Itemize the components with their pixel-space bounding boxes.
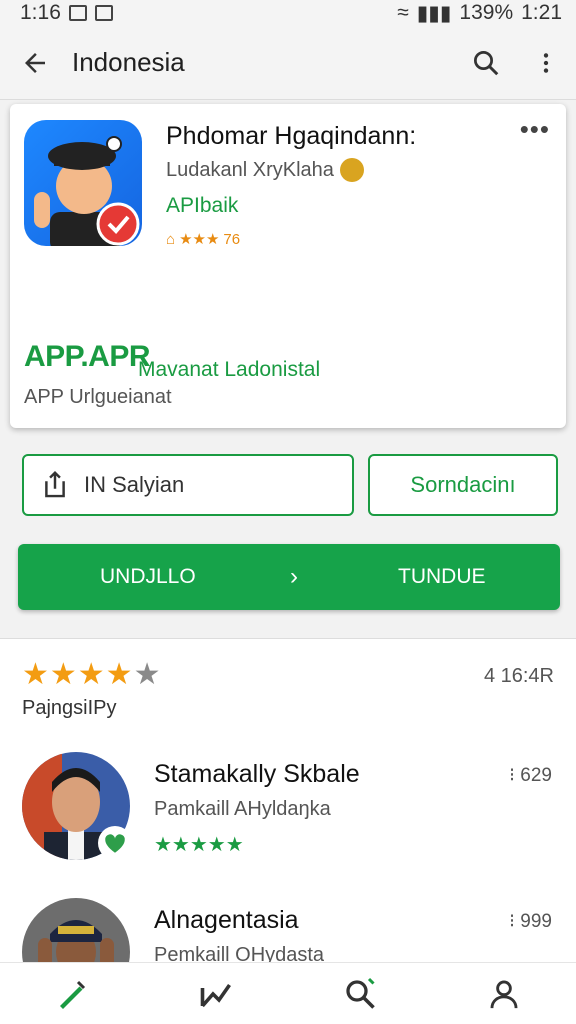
signal-icon: ▮▮▮	[416, 1, 452, 25]
page-title: Indonesia	[72, 47, 185, 77]
developer-name: Ludakanl XryKlaha	[166, 158, 334, 181]
promo-headline: APP.APR	[24, 340, 151, 373]
developer-badge-icon	[339, 158, 364, 182]
status-left: 1:16	[20, 1, 113, 25]
promo-tagline: Mavanat Ladonistal	[138, 358, 321, 381]
search-button[interactable]	[456, 26, 516, 100]
recommend-label: Sorndacinı	[410, 472, 516, 497]
nav-account[interactable]	[474, 964, 534, 1024]
review-stars: ★★★★★	[154, 834, 244, 856]
review-score[interactable]: ⁝ 999	[509, 910, 552, 933]
reviewer-name: Stamakally Skbale	[154, 760, 360, 788]
nav-games[interactable]	[186, 964, 246, 1024]
reviewer-meta: Pamkaill AHyldaŋka	[154, 798, 331, 820]
photo-icon	[94, 5, 113, 21]
install-left-label: UNDJLLO	[100, 565, 196, 588]
search-icon	[474, 50, 499, 75]
nav-home[interactable]	[42, 964, 102, 1024]
search-icon	[346, 977, 375, 1009]
chevron-right-icon: ›	[290, 563, 298, 590]
app-rating: ⌂ ★★★ 76	[166, 230, 241, 249]
share-label: IN Salyian	[84, 472, 185, 497]
share-icon	[45, 470, 65, 498]
battery-level: 139%	[459, 1, 514, 24]
reviewer-name: Alnagentasia	[154, 906, 299, 934]
trending-icon	[200, 983, 231, 1007]
nav-search[interactable]	[330, 964, 390, 1024]
app-developer[interactable]: Ludakanl XryKlaha	[166, 158, 364, 182]
bottom-nav	[0, 962, 576, 1024]
home-icon: ⌂	[166, 230, 176, 248]
app-category[interactable]: APIbaik	[166, 194, 238, 218]
stars-empty: ★	[133, 658, 162, 691]
rating-suffix: 76	[223, 230, 241, 248]
status-right: ≈ ▮▮▮ 139% 1:21	[397, 1, 562, 26]
wifi-icon: ≈	[397, 1, 409, 24]
back-arrow-icon	[25, 52, 45, 73]
verified-check-icon	[98, 826, 132, 860]
overall-rating-stars: ★★★★★	[22, 657, 161, 692]
status-clock: 1:21	[521, 1, 562, 24]
install-button[interactable]: UNDJLLO › TUNDUE	[18, 544, 560, 610]
share-button[interactable]: IN Salyian	[22, 454, 354, 516]
more-vert-icon	[543, 52, 549, 73]
recommend-button[interactable]: Sorndacinı	[368, 454, 558, 516]
app-more-icon[interactable]: •••	[520, 114, 550, 145]
review-score[interactable]: ⁝ 629	[509, 764, 552, 787]
install-right-label: TUNDUE	[398, 565, 486, 588]
review-item[interactable]: Stamakally Skbale Pamkaill AHyldaŋka ★★★…	[0, 752, 576, 872]
app-card[interactable]: Phdomar Hgaqindann: ••• Ludakanl XryKlah…	[10, 104, 566, 428]
rating-stars: ★★★	[179, 231, 220, 248]
app-title: Phdomar Hgaqindann:	[166, 122, 417, 150]
app-icon	[24, 120, 142, 246]
notification-icon	[68, 5, 87, 21]
stars-filled: ★★★★	[22, 658, 134, 691]
back-button[interactable]	[0, 26, 70, 100]
promo-subtitle: APP Urlgueianat	[24, 386, 172, 408]
overall-rating-count: 4 16:4R	[483, 665, 554, 687]
pen-icon	[60, 980, 86, 1009]
reviews-label: PajngsiIPy	[22, 697, 117, 719]
status-time: 1:16	[20, 1, 61, 24]
account-icon	[490, 980, 518, 1008]
more-options-button[interactable]	[516, 26, 576, 100]
app-bar: Indonesia	[0, 26, 576, 100]
status-bar: 1:16 ≈ ▮▮▮ 139% 1:21	[0, 0, 576, 26]
